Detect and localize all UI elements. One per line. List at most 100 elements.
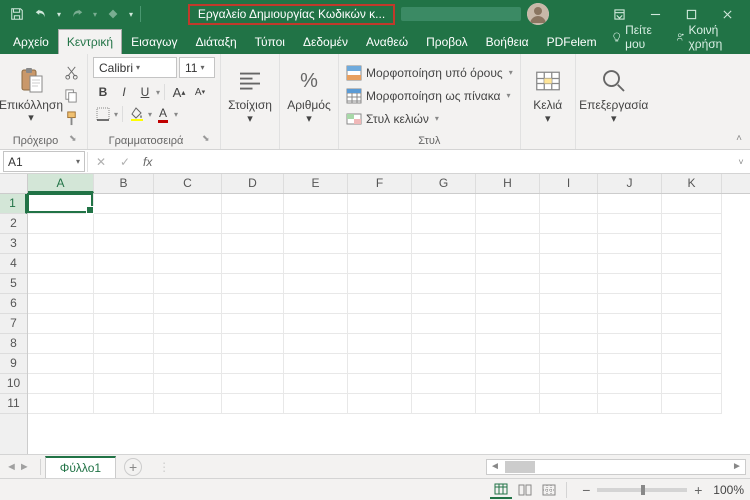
row-header-9[interactable]: 9	[0, 354, 27, 374]
cut-icon[interactable]	[60, 61, 82, 83]
column-header-E[interactable]: E	[284, 174, 348, 193]
add-sheet-button[interactable]: +	[124, 458, 142, 476]
tab-home[interactable]: Κεντρική	[58, 29, 122, 54]
cell[interactable]	[540, 274, 598, 294]
underline-dropdown-icon[interactable]: ▾	[156, 88, 160, 97]
insert-function-button[interactable]: fx	[137, 155, 158, 169]
name-box[interactable]: A1▾	[3, 151, 85, 172]
cell[interactable]	[28, 334, 94, 354]
cell[interactable]	[284, 314, 348, 334]
cell[interactable]	[28, 234, 94, 254]
cell[interactable]	[662, 294, 722, 314]
cell[interactable]	[662, 334, 722, 354]
cell[interactable]	[284, 214, 348, 234]
cell[interactable]	[154, 274, 222, 294]
borders-dropdown-icon[interactable]: ▾	[114, 110, 118, 119]
cell[interactable]	[412, 314, 476, 334]
cell[interactable]	[94, 254, 154, 274]
cell[interactable]	[94, 394, 154, 414]
font-color-button[interactable]: A	[153, 104, 173, 124]
cell[interactable]	[222, 374, 284, 394]
cell-styles-button[interactable]: Στυλ κελιών▾	[344, 108, 515, 129]
cell[interactable]	[94, 194, 154, 214]
row-header-2[interactable]: 2	[0, 214, 27, 234]
sheet-tab-1[interactable]: Φύλλο1	[45, 456, 116, 479]
save-icon[interactable]	[6, 3, 28, 25]
editing-button[interactable]: Επεξεργασία▾	[581, 62, 647, 130]
cell[interactable]	[222, 274, 284, 294]
cell[interactable]	[222, 334, 284, 354]
cell[interactable]	[222, 214, 284, 234]
cell[interactable]	[598, 194, 662, 214]
cell[interactable]	[154, 334, 222, 354]
cell[interactable]	[348, 254, 412, 274]
font-size-combo[interactable]: 11▾	[179, 57, 215, 78]
column-header-I[interactable]: I	[540, 174, 598, 193]
cell[interactable]	[348, 314, 412, 334]
cell[interactable]	[284, 274, 348, 294]
cell[interactable]	[412, 374, 476, 394]
cell[interactable]	[94, 274, 154, 294]
cell[interactable]	[598, 354, 662, 374]
cell[interactable]	[348, 274, 412, 294]
cell[interactable]	[348, 374, 412, 394]
cell[interactable]	[662, 374, 722, 394]
cell[interactable]	[476, 234, 540, 254]
select-all-corner[interactable]	[0, 174, 28, 194]
format-as-table-button[interactable]: Μορφοποίηση ως πίνακα▾	[344, 85, 515, 106]
sheet-nav-next-icon[interactable]: ►	[19, 461, 30, 473]
cell[interactable]	[476, 254, 540, 274]
cell[interactable]	[540, 254, 598, 274]
cell[interactable]	[476, 314, 540, 334]
cell[interactable]	[284, 254, 348, 274]
column-header-G[interactable]: G	[412, 174, 476, 193]
cell[interactable]	[662, 254, 722, 274]
cell[interactable]	[348, 234, 412, 254]
accept-formula-icon[interactable]: ✓	[113, 151, 137, 172]
row-header-5[interactable]: 5	[0, 274, 27, 294]
undo-dropdown-icon[interactable]: ▾	[54, 3, 64, 25]
cell[interactable]	[598, 394, 662, 414]
cell[interactable]	[412, 294, 476, 314]
column-header-B[interactable]: B	[94, 174, 154, 193]
cell[interactable]	[154, 374, 222, 394]
cell[interactable]	[28, 354, 94, 374]
worksheet-grid[interactable]: ABCDEFGHIJK 1234567891011	[0, 174, 750, 454]
cells-grid[interactable]	[28, 194, 750, 454]
collapse-ribbon-icon[interactable]: ˄	[731, 133, 747, 147]
fill-color-button[interactable]	[127, 104, 147, 124]
borders-button[interactable]	[93, 104, 113, 124]
row-header-8[interactable]: 8	[0, 334, 27, 354]
column-header-K[interactable]: K	[662, 174, 722, 193]
cell[interactable]	[28, 374, 94, 394]
number-button[interactable]: % Αριθμός▾	[285, 62, 333, 130]
column-header-C[interactable]: C	[154, 174, 222, 193]
cell[interactable]	[28, 194, 94, 214]
cell[interactable]	[284, 194, 348, 214]
cell[interactable]	[154, 194, 222, 214]
cell[interactable]	[154, 234, 222, 254]
clipboard-launcher-icon[interactable]: ⬊	[69, 133, 82, 146]
cell[interactable]	[28, 214, 94, 234]
cell[interactable]	[154, 214, 222, 234]
cell[interactable]	[94, 334, 154, 354]
alignment-button[interactable]: Στοίχιση▾	[226, 62, 274, 130]
cell[interactable]	[348, 354, 412, 374]
cell[interactable]	[94, 214, 154, 234]
cell[interactable]	[154, 354, 222, 374]
cell[interactable]	[540, 334, 598, 354]
cell[interactable]	[412, 254, 476, 274]
cell[interactable]	[412, 274, 476, 294]
qat-customize-icon[interactable]: ▾	[126, 3, 136, 25]
column-header-A[interactable]: A	[28, 174, 94, 193]
cell[interactable]	[28, 314, 94, 334]
row-header-10[interactable]: 10	[0, 374, 27, 394]
horizontal-scrollbar[interactable]: ◄ ►	[486, 459, 746, 475]
cell[interactable]	[222, 194, 284, 214]
cell[interactable]	[476, 294, 540, 314]
cells-button[interactable]: Κελιά▾	[526, 62, 570, 130]
tab-review[interactable]: Αναθεώ	[357, 29, 417, 54]
cell[interactable]	[284, 354, 348, 374]
tab-view[interactable]: Προβολ	[417, 29, 477, 54]
cell[interactable]	[284, 234, 348, 254]
